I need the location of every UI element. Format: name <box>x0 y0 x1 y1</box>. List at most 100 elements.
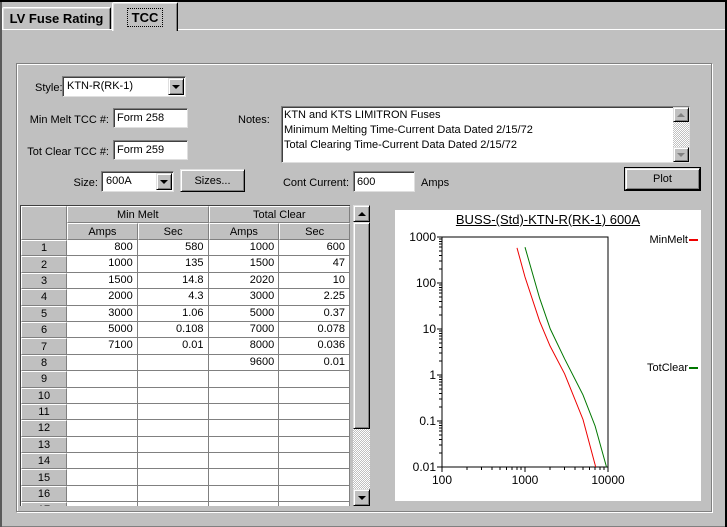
grid-cell[interactable]: 1500 <box>67 273 138 289</box>
grid-scroll-up-button[interactable] <box>353 205 370 222</box>
grid-cell[interactable]: 9600 <box>209 355 280 371</box>
row-number[interactable]: 8 <box>21 355 67 371</box>
grid-cell[interactable] <box>67 469 138 485</box>
style-combobox-arrow-button[interactable] <box>168 78 184 95</box>
row-number[interactable]: 15 <box>21 469 67 485</box>
grid-cell[interactable] <box>138 502 209 506</box>
grid-cell[interactable] <box>67 371 138 387</box>
grid-cell[interactable]: 600 <box>279 240 350 256</box>
style-combobox[interactable]: KTN-R(RK-1) <box>62 76 186 97</box>
row-number[interactable]: 4 <box>21 289 67 305</box>
row-number[interactable]: 5 <box>21 306 67 322</box>
row-number[interactable]: 7 <box>21 338 67 354</box>
grid-cell[interactable] <box>67 404 138 420</box>
grid-cell[interactable]: 47 <box>279 256 350 272</box>
grid-cell[interactable] <box>279 388 350 404</box>
grid-cell[interactable] <box>138 404 209 420</box>
grid-cell[interactable] <box>138 371 209 387</box>
row-number[interactable]: 10 <box>21 388 67 404</box>
grid-cell[interactable]: 0.01 <box>279 355 350 371</box>
tab-lv-fuse-rating[interactable]: LV Fuse Rating <box>2 7 111 29</box>
tab-tcc[interactable]: TCC <box>112 2 178 31</box>
grid-cell[interactable] <box>67 388 138 404</box>
min-melt-tcc-input[interactable] <box>113 108 188 128</box>
grid-cell[interactable] <box>279 502 350 506</box>
grid-corner-cell[interactable] <box>21 206 67 240</box>
row-number[interactable]: 9 <box>21 371 67 387</box>
grid-cell[interactable]: 1000 <box>209 240 280 256</box>
size-combobox-arrow-button[interactable] <box>156 173 172 190</box>
grid-cell[interactable] <box>138 355 209 371</box>
grid-cell[interactable]: 8000 <box>209 338 280 354</box>
grid-cell[interactable]: 2.25 <box>279 289 350 305</box>
column-group-total-clear[interactable]: Total Clear <box>209 206 351 223</box>
grid-cell[interactable] <box>279 404 350 420</box>
grid-cell[interactable] <box>138 486 209 502</box>
row-number[interactable]: 1 <box>21 240 67 256</box>
row-number[interactable]: 3 <box>21 273 67 289</box>
grid-cell[interactable]: 1000 <box>67 256 138 272</box>
plot-button[interactable]: Plot <box>625 168 700 190</box>
notes-scroll-up-button[interactable] <box>673 107 689 122</box>
column-header-minmelt-sec[interactable]: Sec <box>138 223 209 240</box>
grid-scrollbar[interactable] <box>353 205 370 506</box>
grid-cell[interactable]: 0.108 <box>138 322 209 338</box>
grid-cell[interactable] <box>209 502 280 506</box>
grid-cell[interactable] <box>138 420 209 436</box>
grid-cell[interactable]: 2000 <box>67 289 138 305</box>
notes-scrollbar[interactable] <box>673 107 689 162</box>
grid-cell[interactable] <box>67 437 138 453</box>
grid-cell[interactable] <box>67 453 138 469</box>
size-combobox[interactable]: 600A <box>101 171 174 192</box>
grid-cell[interactable]: 135 <box>138 256 209 272</box>
grid-cell[interactable] <box>279 453 350 469</box>
row-number[interactable]: 16 <box>21 486 67 502</box>
row-number[interactable]: 6 <box>21 322 67 338</box>
grid-cell[interactable]: 0.37 <box>279 306 350 322</box>
notes-textarea[interactable]: KTN and KTS LIMITRON Fuses Minimum Melti… <box>281 106 690 163</box>
grid-cell[interactable]: 0.036 <box>279 338 350 354</box>
cont-current-input[interactable] <box>353 171 415 192</box>
grid-cell[interactable] <box>209 486 280 502</box>
grid-scroll-down-button[interactable] <box>353 489 370 506</box>
grid-cell[interactable]: 1.06 <box>138 306 209 322</box>
grid-cell[interactable] <box>209 469 280 485</box>
grid-cell[interactable]: 5000 <box>209 306 280 322</box>
grid-cell[interactable]: 14.8 <box>138 273 209 289</box>
grid-scrollbar-thumb[interactable] <box>353 222 370 429</box>
grid-cell[interactable] <box>138 437 209 453</box>
grid-cell[interactable]: 7100 <box>67 338 138 354</box>
grid-cell[interactable] <box>209 388 280 404</box>
grid-cell[interactable] <box>279 486 350 502</box>
row-number[interactable]: 14 <box>21 453 67 469</box>
grid-cell[interactable]: 0.078 <box>279 322 350 338</box>
grid-cell[interactable] <box>279 437 350 453</box>
grid-cell[interactable]: 4.3 <box>138 289 209 305</box>
grid-cell[interactable]: 2020 <box>209 273 280 289</box>
grid-cell[interactable] <box>209 420 280 436</box>
grid-cell[interactable]: 1500 <box>209 256 280 272</box>
row-number[interactable]: 2 <box>21 256 67 272</box>
row-number[interactable]: 17 <box>21 502 67 506</box>
sizes-button[interactable]: Sizes... <box>180 169 245 192</box>
grid-cell[interactable] <box>138 453 209 469</box>
row-number[interactable]: 12 <box>21 420 67 436</box>
grid-cell[interactable]: 580 <box>138 240 209 256</box>
grid-cell[interactable] <box>209 371 280 387</box>
grid-cell[interactable]: 3000 <box>67 306 138 322</box>
grid-cell[interactable]: 10 <box>279 273 350 289</box>
grid-cell[interactable]: 3000 <box>209 289 280 305</box>
grid-cell[interactable] <box>67 355 138 371</box>
column-header-totclear-amps[interactable]: Amps <box>209 223 280 240</box>
grid-cell[interactable] <box>138 388 209 404</box>
row-number[interactable]: 13 <box>21 437 67 453</box>
grid-cell[interactable] <box>279 469 350 485</box>
grid-cell[interactable]: 7000 <box>209 322 280 338</box>
column-header-minmelt-amps[interactable]: Amps <box>67 223 138 240</box>
grid-cell[interactable] <box>67 486 138 502</box>
tot-clear-tcc-input[interactable] <box>113 140 188 160</box>
grid-cell[interactable] <box>279 371 350 387</box>
column-header-totclear-sec[interactable]: Sec <box>279 223 350 240</box>
grid-cell[interactable] <box>209 404 280 420</box>
grid-cell[interactable]: 0.01 <box>138 338 209 354</box>
